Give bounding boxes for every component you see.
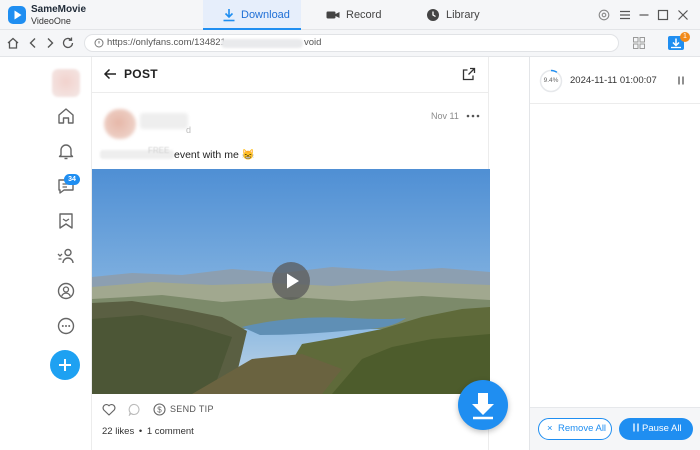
maximize-icon[interactable] bbox=[656, 8, 670, 22]
download-arrow-icon bbox=[472, 393, 494, 420]
svg-text:$: $ bbox=[157, 405, 162, 414]
tab-download-label: Download bbox=[241, 9, 290, 21]
url-suffix: void bbox=[304, 37, 322, 48]
download-icon bbox=[223, 9, 235, 22]
bell-icon[interactable] bbox=[56, 141, 76, 161]
home-button-icon[interactable] bbox=[6, 36, 20, 50]
author-name-redacted[interactable] bbox=[140, 113, 188, 129]
queue-count-badge: 1 bbox=[680, 32, 690, 42]
app-name: SameMovie bbox=[31, 4, 87, 15]
play-button[interactable] bbox=[272, 262, 310, 300]
panel-footer: × Remove All Pause All bbox=[530, 407, 700, 450]
url-input[interactable]: https://onlyfans.com/134821 void bbox=[84, 34, 619, 52]
home-icon[interactable] bbox=[56, 106, 76, 126]
forward-icon[interactable] bbox=[43, 36, 57, 50]
post-panel: POST d Nov 11 FREE event with me 😸 $ SEN… bbox=[91, 57, 490, 450]
pause-all-button[interactable]: Pause All bbox=[619, 418, 693, 440]
user-list-icon[interactable] bbox=[56, 246, 76, 266]
tab-record-label: Record bbox=[346, 9, 382, 21]
settings-icon[interactable] bbox=[597, 8, 611, 22]
post-caption: event with me 😸 bbox=[174, 149, 255, 161]
caption-hidden-word: FREE bbox=[148, 146, 170, 155]
page-title: POST bbox=[124, 67, 158, 81]
share-icon[interactable] bbox=[462, 67, 476, 81]
plus-icon bbox=[59, 359, 71, 371]
heart-icon[interactable] bbox=[102, 403, 116, 416]
back-arrow-icon[interactable] bbox=[103, 67, 117, 81]
remove-all-button[interactable]: × Remove All bbox=[538, 418, 612, 440]
task-row: 9.4% 2024-11-11 01:00:07 bbox=[530, 57, 700, 104]
dollar-icon[interactable]: $ bbox=[153, 403, 166, 416]
tab-library[interactable]: Library bbox=[426, 0, 486, 30]
messages-badge: 34 bbox=[64, 174, 80, 185]
url-text: https://onlyfans.com/134821 bbox=[107, 37, 226, 48]
play-icon bbox=[287, 273, 299, 289]
avatar[interactable] bbox=[52, 69, 80, 97]
download-tasks-panel: 9.4% 2024-11-11 01:00:07 × Remove All Pa… bbox=[529, 57, 700, 450]
author-avatar[interactable] bbox=[104, 109, 136, 139]
download-video-button[interactable] bbox=[458, 380, 508, 430]
left-nav: 34 bbox=[30, 57, 91, 450]
post-date: Nov 11 bbox=[431, 111, 459, 121]
video-player[interactable] bbox=[92, 169, 490, 394]
author-handle: d bbox=[186, 125, 192, 135]
task-timestamp: 2024-11-11 01:00:07 bbox=[570, 75, 657, 86]
likes-count[interactable]: 22 likes bbox=[102, 426, 134, 437]
new-post-button[interactable] bbox=[50, 350, 80, 380]
more-circle-icon[interactable] bbox=[56, 316, 76, 336]
minimize-icon[interactable] bbox=[637, 8, 651, 22]
menu-icon[interactable] bbox=[618, 8, 632, 22]
url-redacted bbox=[221, 39, 303, 48]
post-stats: 22 likes • 1 comment bbox=[102, 426, 194, 437]
title-bar: SameMovie VideoOne Download Record Libra… bbox=[0, 0, 700, 30]
app-logo-icon bbox=[8, 6, 26, 24]
bookmark-icon[interactable] bbox=[56, 211, 76, 231]
pause-all-label: Pause All bbox=[642, 423, 682, 434]
lock-icon bbox=[94, 38, 104, 48]
address-bar: https://onlyfans.com/134821 void 1 bbox=[0, 30, 700, 57]
pause-icon[interactable] bbox=[677, 76, 685, 85]
grid-view-icon[interactable] bbox=[632, 36, 646, 50]
post-actions: $ SEND TIP bbox=[92, 400, 488, 420]
app-subtitle: VideoOne bbox=[31, 16, 71, 26]
comments-count[interactable]: 1 comment bbox=[147, 426, 194, 437]
video-camera-icon bbox=[326, 11, 340, 19]
refresh-icon[interactable] bbox=[61, 36, 75, 50]
pause-all-icon bbox=[632, 418, 640, 440]
tab-record[interactable]: Record bbox=[326, 0, 386, 30]
more-options-icon[interactable] bbox=[466, 113, 480, 119]
tab-download[interactable]: Download bbox=[203, 0, 301, 30]
stats-separator: • bbox=[138, 426, 143, 437]
remove-all-label: Remove All bbox=[558, 423, 607, 434]
back-icon[interactable] bbox=[26, 36, 40, 50]
profile-icon[interactable] bbox=[56, 281, 76, 301]
tab-library-label: Library bbox=[446, 9, 480, 21]
clock-icon bbox=[427, 9, 439, 21]
close-icon[interactable] bbox=[676, 8, 690, 22]
send-tip-button[interactable]: SEND TIP bbox=[170, 404, 214, 414]
progress-percent: 9.4% bbox=[543, 77, 559, 84]
post-header: POST bbox=[92, 57, 488, 93]
close-small-icon: × bbox=[547, 423, 553, 434]
comment-icon[interactable] bbox=[128, 403, 141, 416]
